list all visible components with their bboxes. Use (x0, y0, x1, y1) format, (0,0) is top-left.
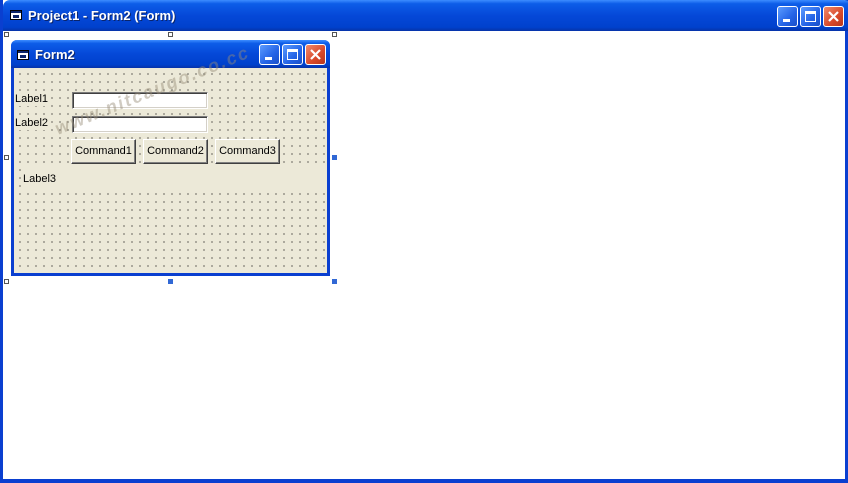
maximize-icon (287, 49, 298, 60)
label3-container[interactable]: Label3 (23, 169, 327, 191)
resize-handle-top-left (4, 32, 9, 37)
form2-titlebar[interactable]: Form2 (11, 40, 330, 68)
form2-title: Form2 (35, 47, 75, 62)
minimize-icon (265, 57, 272, 60)
resize-handle-bottom-right[interactable] (332, 279, 337, 284)
form2-close-button[interactable] (305, 44, 326, 65)
maximize-icon (805, 11, 816, 22)
minimize-button[interactable] (777, 6, 798, 27)
minimize-icon (783, 19, 790, 22)
form-icon (17, 50, 29, 60)
form2-design-grid[interactable]: Label1 Label2 Command1 Command2 Command3… (14, 68, 327, 273)
resize-handle-left (4, 155, 9, 160)
close-button[interactable] (823, 6, 844, 27)
label2[interactable]: Label2 (15, 117, 49, 130)
form2-maximize-button[interactable] (282, 44, 303, 65)
command3-button[interactable]: Command3 (215, 139, 280, 164)
close-icon (828, 11, 839, 22)
designer-window-title: Project1 - Form2 (Form) (28, 8, 176, 23)
label3[interactable]: Label3 (23, 173, 57, 186)
label1[interactable]: Label1 (15, 93, 49, 106)
resize-handle-bottom-left (4, 279, 9, 284)
form2-minimize-button[interactable] (259, 44, 280, 65)
resize-handle-right[interactable] (332, 155, 337, 160)
resize-handle-top (168, 32, 173, 37)
maximize-button[interactable] (800, 6, 821, 27)
close-icon (310, 49, 321, 60)
command2-button[interactable]: Command2 (143, 139, 208, 164)
resize-handle-bottom[interactable] (168, 279, 173, 284)
form-icon (10, 10, 22, 20)
designer-titlebar[interactable]: Project1 - Form2 (Form) (3, 0, 848, 31)
resize-handle-top-right (332, 32, 337, 37)
command1-button[interactable]: Command1 (71, 139, 136, 164)
